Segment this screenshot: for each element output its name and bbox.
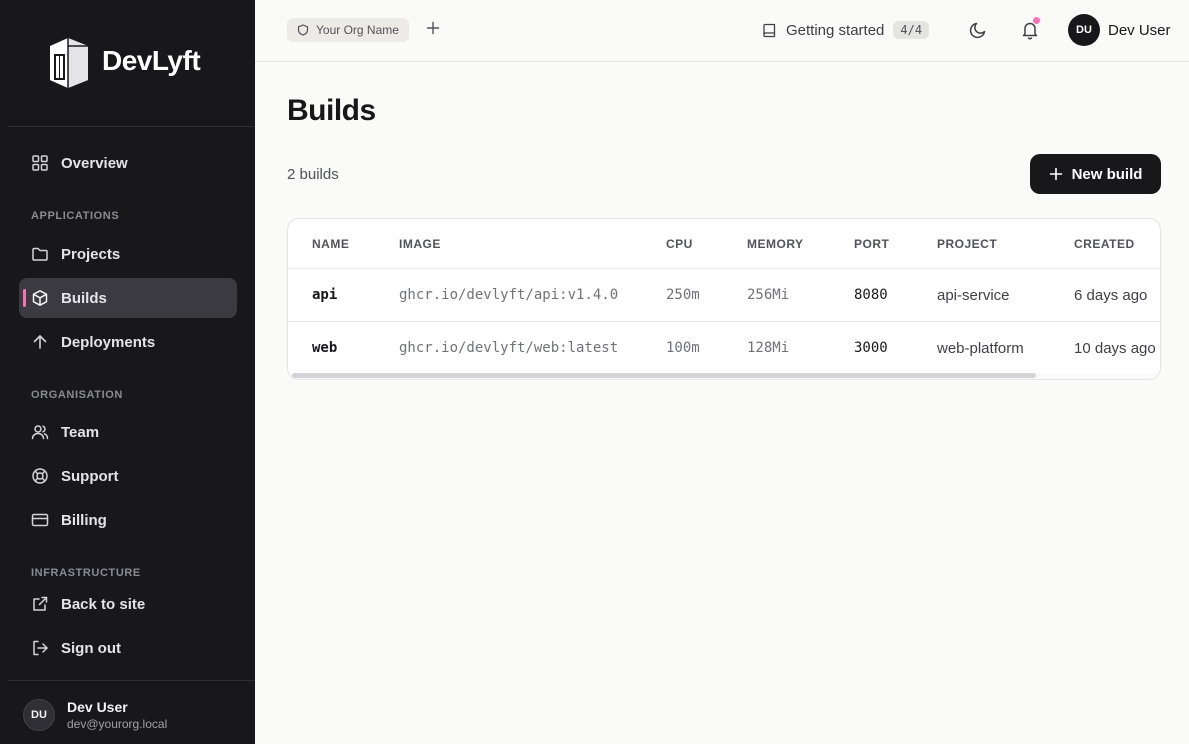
sidebar-item-label: Projects bbox=[61, 245, 121, 263]
notification-dot bbox=[1033, 17, 1040, 24]
sidebar-item-label: Overview bbox=[61, 154, 128, 172]
sidebar-item-back-to-site[interactable]: Back to site bbox=[19, 584, 237, 624]
log-out-icon bbox=[33, 640, 48, 656]
credit-card-icon bbox=[31, 513, 49, 527]
progress-badge: 4/4 bbox=[893, 21, 930, 39]
column-header-project[interactable]: PROJECT bbox=[937, 237, 997, 251]
sidebar-item-builds[interactable]: Builds bbox=[19, 278, 237, 318]
sidebar-divider bbox=[8, 126, 255, 127]
build-created: 10 days ago bbox=[1074, 340, 1156, 357]
column-header-port[interactable]: PORT bbox=[854, 237, 889, 251]
user-name: Dev User bbox=[67, 699, 128, 715]
build-port: 8080 bbox=[854, 287, 888, 303]
table-row[interactable]: api ghcr.io/devlyft/api:v1.4.0 250m 256M… bbox=[288, 268, 1160, 321]
build-created: 6 days ago bbox=[1074, 287, 1148, 304]
sidebar-item-label: Deployments bbox=[61, 333, 156, 351]
table-row[interactable]: web ghcr.io/devlyft/web:latest 100m 128M… bbox=[288, 321, 1160, 374]
getting-started-button[interactable]: Getting started 4/4 bbox=[762, 18, 930, 42]
sidebar-divider bbox=[8, 680, 255, 681]
scrollbar-thumb[interactable] bbox=[292, 373, 1036, 378]
column-header-image[interactable]: IMAGE bbox=[399, 237, 441, 251]
package-icon bbox=[32, 290, 48, 306]
sidebar-item-team[interactable]: Team bbox=[19, 412, 237, 452]
top-bar: Your Org Name Getting started 4/4 DU Dev… bbox=[255, 0, 1189, 62]
org-name: Your Org Name bbox=[316, 23, 399, 37]
new-build-label: New build bbox=[1071, 165, 1143, 183]
elevator-logo-icon bbox=[50, 38, 88, 88]
user-menu[interactable]: DU Dev User bbox=[1068, 14, 1171, 46]
section-label-infrastructure: INFRASTRUCTURE bbox=[31, 567, 141, 579]
horizontal-scrollbar[interactable] bbox=[288, 373, 1160, 379]
sidebar-item-billing[interactable]: Billing bbox=[19, 500, 237, 540]
build-project: api-service bbox=[937, 287, 1010, 304]
new-build-button[interactable]: New build bbox=[1030, 154, 1161, 194]
external-link-icon bbox=[33, 596, 48, 611]
book-icon bbox=[763, 23, 776, 37]
build-memory: 128Mi bbox=[747, 340, 790, 356]
build-image: ghcr.io/devlyft/api:v1.4.0 bbox=[399, 287, 619, 303]
brand-name: DevLyft bbox=[102, 45, 201, 76]
avatar: DU bbox=[1068, 14, 1100, 46]
build-name: api bbox=[312, 287, 338, 303]
section-label-applications: APPLICATIONS bbox=[31, 210, 120, 222]
build-memory: 256Mi bbox=[747, 287, 790, 303]
builds-table: NAME IMAGE CPU MEMORY PORT PROJECT CREAT… bbox=[287, 218, 1161, 380]
column-header-memory[interactable]: MEMORY bbox=[747, 237, 804, 251]
life-buoy-icon bbox=[32, 468, 48, 484]
add-org-plus-icon[interactable] bbox=[426, 21, 440, 35]
build-name: web bbox=[312, 340, 338, 356]
column-header-cpu[interactable]: CPU bbox=[666, 237, 693, 251]
sidebar-item-label: Team bbox=[61, 423, 100, 441]
user-name: Dev User bbox=[1108, 21, 1171, 39]
getting-started-label: Getting started bbox=[786, 21, 885, 39]
build-project: web-platform bbox=[937, 340, 1024, 357]
sidebar-item-deployments[interactable]: Deployments bbox=[19, 322, 237, 362]
sidebar-item-support[interactable]: Support bbox=[19, 456, 237, 496]
sidebar-item-label: Support bbox=[61, 467, 119, 485]
page-title: Builds bbox=[287, 94, 376, 127]
sidebar-item-sign-out[interactable]: Sign out bbox=[19, 628, 237, 668]
sidebar-item-label: Back to site bbox=[61, 595, 146, 613]
shield-icon bbox=[297, 24, 309, 36]
build-port: 3000 bbox=[854, 340, 888, 356]
moon-icon[interactable] bbox=[969, 21, 987, 39]
sidebar-item-projects[interactable]: Projects bbox=[19, 234, 237, 274]
sidebar-item-label: Sign out bbox=[61, 639, 121, 657]
users-icon bbox=[31, 425, 49, 440]
column-header-name[interactable]: NAME bbox=[312, 237, 349, 251]
build-cpu: 100m bbox=[666, 340, 700, 356]
arrow-up-icon bbox=[33, 335, 47, 349]
user-email: dev@yourorg.local bbox=[67, 717, 168, 731]
build-image: ghcr.io/devlyft/web:latest bbox=[399, 340, 619, 356]
avatar: DU bbox=[23, 699, 55, 731]
sidebar: DevLyft Overview APPLICATIONS Projects B… bbox=[0, 0, 255, 744]
plus-icon bbox=[1049, 167, 1062, 181]
column-header-created[interactable]: CREATED bbox=[1074, 237, 1135, 251]
section-label-organisation: ORGANISATION bbox=[31, 389, 123, 401]
org-switcher[interactable]: Your Org Name bbox=[287, 18, 409, 42]
grid-icon bbox=[32, 155, 48, 171]
sidebar-item-label: Builds bbox=[61, 289, 107, 307]
sidebar-item-overview[interactable]: Overview bbox=[19, 143, 237, 183]
sidebar-item-label: Billing bbox=[61, 511, 107, 529]
build-cpu: 250m bbox=[666, 287, 700, 303]
brand-logo[interactable]: DevLyft bbox=[46, 34, 201, 88]
folder-icon bbox=[32, 247, 48, 261]
sidebar-user-profile[interactable]: DU Dev User dev@yourorg.local bbox=[23, 698, 167, 732]
build-count: 2 builds bbox=[287, 166, 339, 183]
